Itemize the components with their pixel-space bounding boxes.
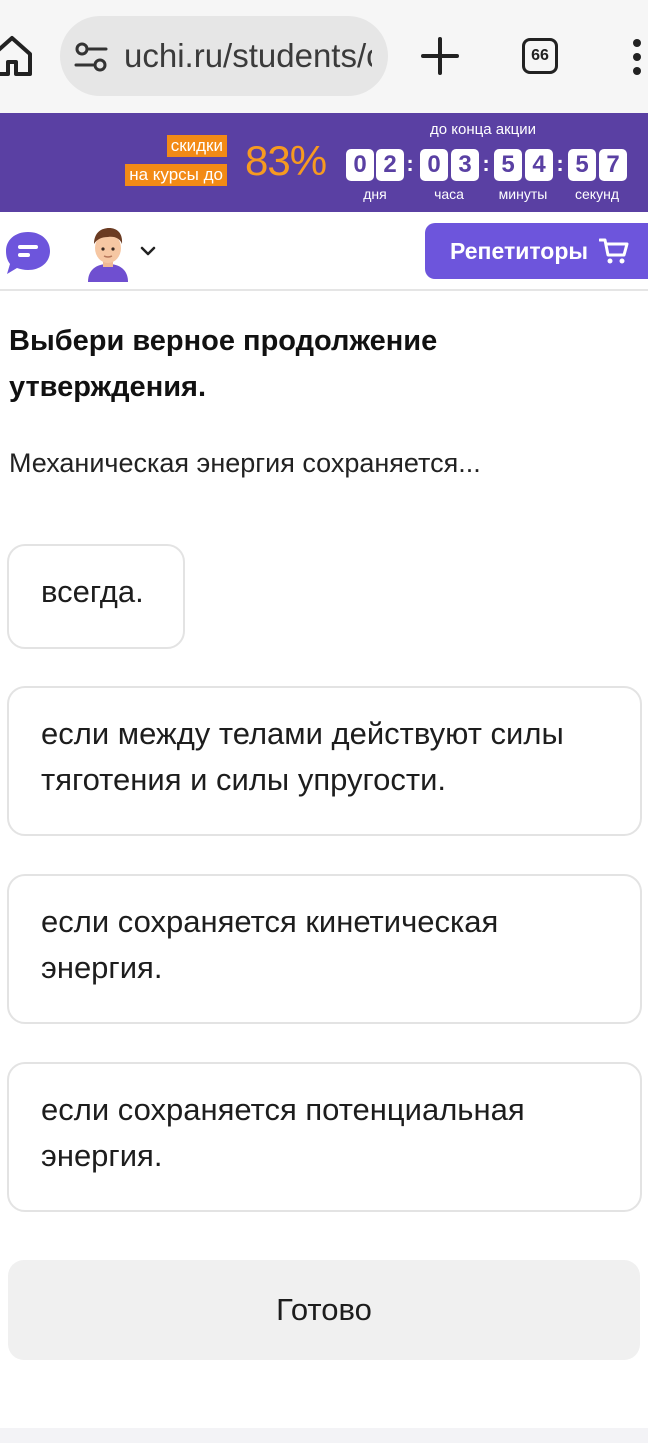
- question-title: Выбери верное продолжение утверждения.: [9, 325, 438, 403]
- countdown-separator: :: [556, 151, 564, 176]
- countdown-digit: 4: [525, 149, 553, 181]
- countdown-unit-seconds: секунд: [575, 186, 619, 202]
- promo-banner[interactable]: скидки на курсы до 83% до конца акции 0 …: [0, 113, 648, 212]
- countdown-unit-hours: часа: [434, 186, 464, 202]
- cart-icon: [599, 238, 629, 264]
- answer-option[interactable]: если сохраняется потенциальная энергия.: [7, 1062, 642, 1212]
- countdown-unit-days: дня: [363, 186, 387, 202]
- promo-percent: 83%: [245, 137, 327, 184]
- countdown-digit: 0: [420, 149, 448, 181]
- answer-option[interactable]: всегда.: [7, 544, 185, 649]
- countdown-digit: 3: [451, 149, 479, 181]
- new-tab-icon[interactable]: [420, 36, 460, 76]
- promo-label-courses: на курсы до: [125, 164, 227, 186]
- tab-switcher-button[interactable]: 66: [522, 38, 558, 74]
- browser-toolbar: uchi.ru/students/c 66: [0, 0, 648, 113]
- more-menu-icon[interactable]: [626, 38, 648, 78]
- countdown-separator: :: [482, 151, 490, 176]
- done-button[interactable]: Готово: [8, 1260, 640, 1360]
- countdown-separator: :: [406, 151, 414, 176]
- promo-label-discounts: скидки: [166, 135, 227, 157]
- chevron-down-icon[interactable]: [139, 242, 157, 260]
- countdown-digit: 5: [494, 149, 522, 181]
- question-text: Механическая энергия сохраняется...: [9, 448, 481, 478]
- countdown-digit: 7: [599, 149, 627, 181]
- address-bar[interactable]: uchi.ru/students/c: [60, 16, 388, 96]
- promo-countdown-caption: до конца акции: [430, 121, 536, 138]
- home-icon[interactable]: [0, 30, 32, 80]
- answer-option[interactable]: если сохраняется кинетическая энергия.: [7, 874, 642, 1024]
- url-text[interactable]: uchi.ru/students/c: [124, 36, 372, 76]
- site-header: Репетиторы: [0, 212, 648, 291]
- tutors-button-label: Репетиторы: [450, 238, 589, 264]
- page-bottom-divider: [0, 1428, 648, 1443]
- countdown-unit-minutes: минуты: [498, 186, 548, 202]
- countdown-digit: 0: [346, 149, 374, 181]
- avatar[interactable]: [84, 224, 132, 282]
- answer-option[interactable]: если между телами действуют силы тяготен…: [7, 686, 642, 836]
- tutors-button[interactable]: Репетиторы: [425, 223, 648, 279]
- countdown-digit: 2: [376, 149, 404, 181]
- countdown-digit: 5: [568, 149, 596, 181]
- site-settings-icon[interactable]: [74, 40, 108, 74]
- chat-icon[interactable]: [4, 230, 52, 276]
